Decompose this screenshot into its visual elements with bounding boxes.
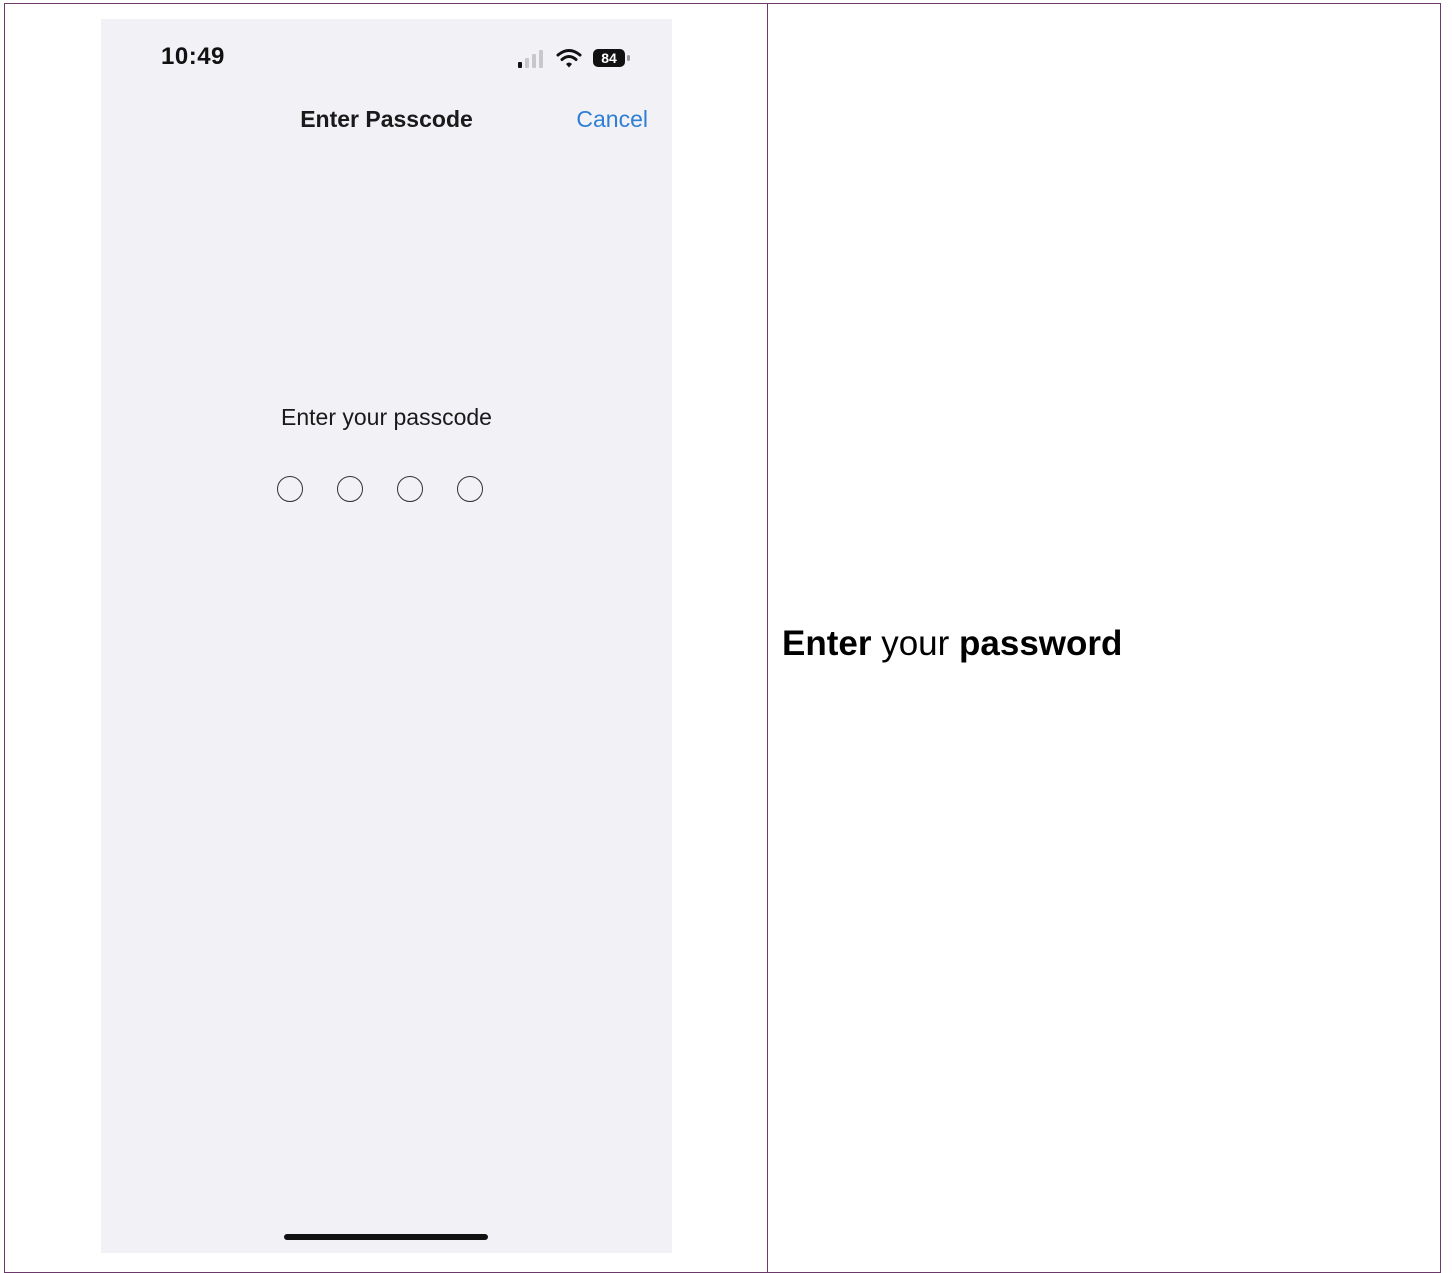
passcode-dot — [397, 476, 423, 502]
home-indicator[interactable] — [284, 1234, 488, 1240]
battery-level: 84 — [601, 50, 617, 66]
passcode-dots — [277, 476, 483, 502]
passcode-dot — [277, 476, 303, 502]
instruction-word-your: your — [881, 624, 950, 663]
status-icons: 84 — [516, 45, 632, 71]
instruction-word-password: password — [959, 624, 1123, 663]
phone-screenshot: 10:49 84 Enter Passcode Cancel Enter you… — [101, 19, 672, 1253]
passcode-dot — [337, 476, 363, 502]
cellular-signal-icon — [518, 50, 543, 68]
battery-icon: 84 — [592, 47, 632, 69]
instruction-word-enter: Enter — [782, 624, 872, 663]
wifi-icon — [556, 49, 582, 68]
cancel-button[interactable]: Cancel — [576, 106, 648, 133]
instruction-caption: Enter your password — [782, 624, 1122, 664]
status-time: 10:49 — [161, 43, 225, 70]
cell-divider — [767, 3, 768, 1273]
passcode-prompt: Enter your passcode — [281, 404, 492, 430]
passcode-dot — [457, 476, 483, 502]
